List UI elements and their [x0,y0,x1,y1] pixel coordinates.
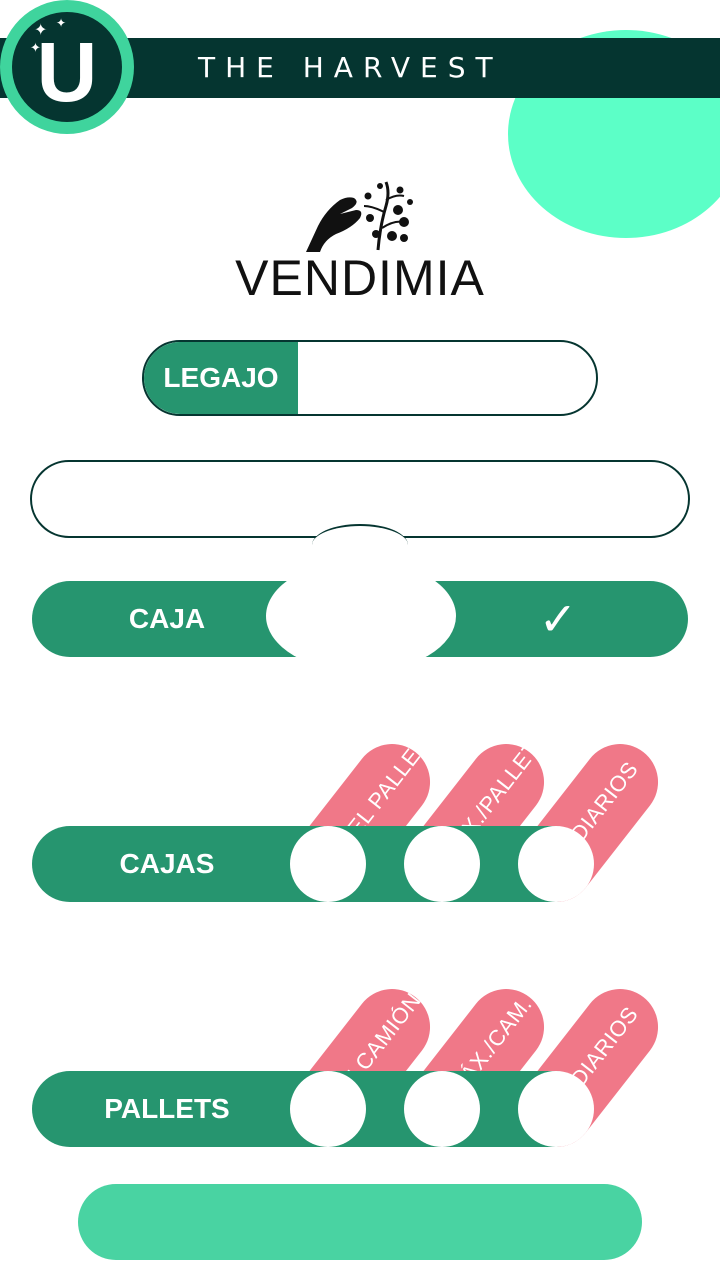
app-logo-letter: U [36,25,98,119]
cajas-diarios-value[interactable] [518,826,594,902]
sparkle-icon: ✦ [30,40,41,55]
pallets-label: PALLETS [104,1093,230,1124]
pallets-diarios-value[interactable] [518,1071,594,1147]
legajo-input[interactable] [300,342,590,414]
sparkle-icon: ✦ [34,22,48,39]
pallets-max-cam-value[interactable] [404,1071,480,1147]
pallets-en-camion-value[interactable] [290,1071,366,1147]
check-icon[interactable]: ✓ [520,581,596,657]
brand-name: VENDIMIA [235,250,485,306]
sparkle-icon: ✦ [56,16,67,30]
legajo-field[interactable]: LEGAJO [142,340,598,416]
cajas-en-el-pallet-value[interactable] [290,826,366,902]
cajas-max-pallet-value[interactable] [404,826,480,902]
legajo-label: LEGAJO [144,342,298,414]
vineyard-hand-icon [306,181,413,252]
app-title: THE HARVEST [198,51,503,84]
cajas-label: CAJAS [119,848,215,879]
caja-label: CAJA [128,603,206,634]
submit-button[interactable] [78,1184,642,1260]
